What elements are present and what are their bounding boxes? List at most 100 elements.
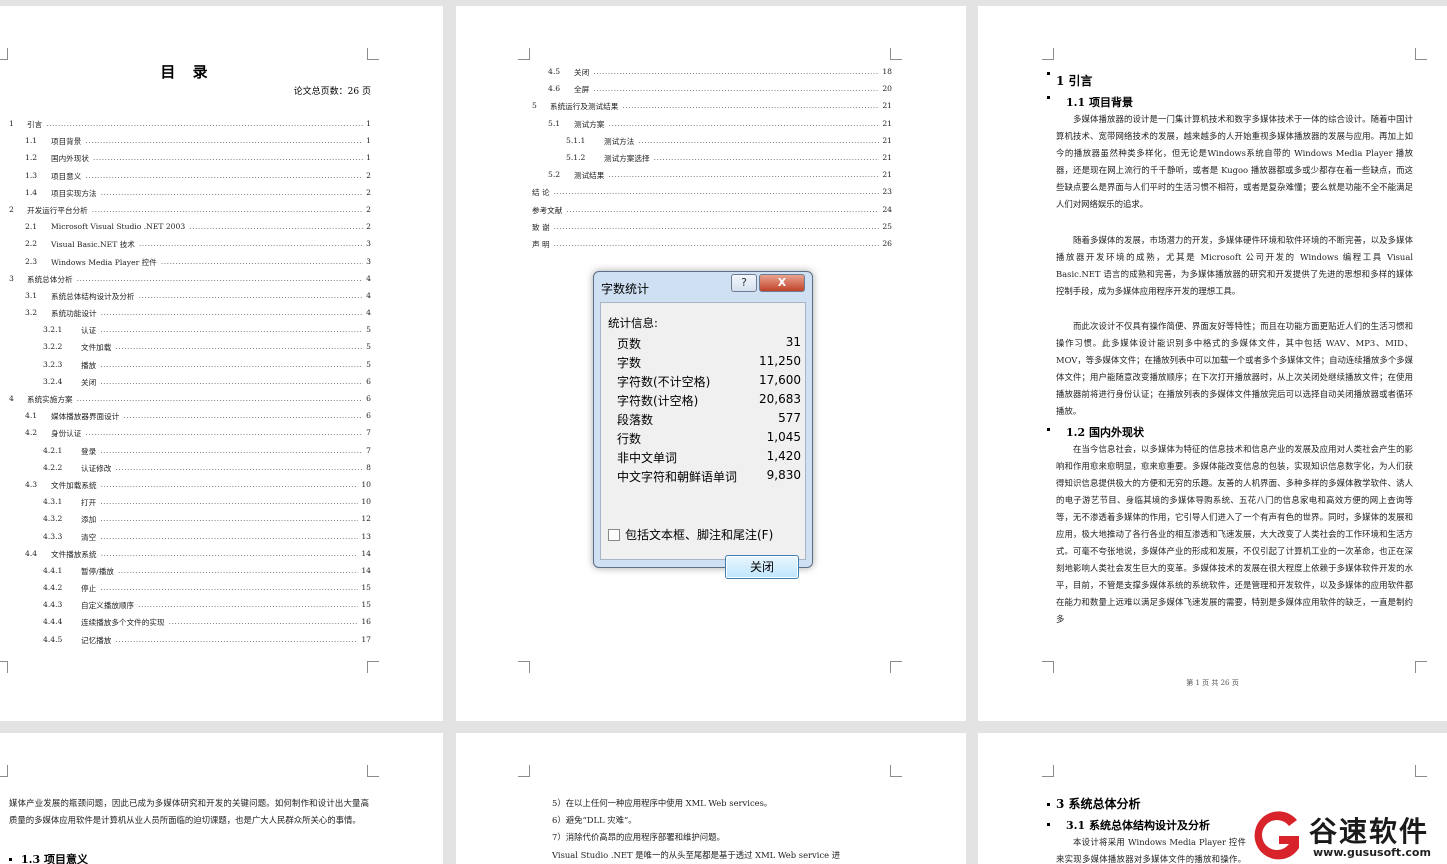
toc-entry[interactable]: 4.4.1 暂停/播放 14............................…: [9, 563, 371, 580]
toc-entry-page: 1: [366, 153, 371, 163]
toc-entry[interactable]: 4.2.1 登录 7................................…: [9, 443, 371, 460]
heading-3: 3 系统总体分析: [1056, 797, 1141, 811]
paragraph: 随着多媒体的发展，市场潜力的开发，多媒体硬件环境和软件环境的不断完善，以及多媒体…: [1056, 235, 1413, 296]
statistics-group-label: 统计信息:: [608, 316, 658, 330]
close-x-button[interactable]: X: [759, 274, 805, 292]
toc-entry-text: Microsoft Visual Studio .NET 2003: [51, 222, 186, 232]
stat-value: 577: [778, 411, 801, 425]
crop-mark: [518, 661, 530, 673]
bullet-icon: [1047, 96, 1050, 99]
body-page-2: 媒体产业发展的瓶颈问题，因此已成为多媒体研究和开发的关键问题。如何制作和设计出大…: [0, 733, 443, 864]
toc-entry-page: 4: [366, 290, 371, 300]
toc-leader: ........................................…: [100, 548, 359, 558]
toc-entry-text: 文件播放系统: [51, 549, 97, 559]
toc-entry[interactable]: 3.2.3 播放 5................................…: [9, 357, 371, 374]
crop-mark: [367, 765, 379, 777]
toc-entry[interactable]: 4.3.2 添加 12...............................…: [9, 511, 371, 528]
toc-entry[interactable]: 1.3 项目意义 2................................…: [9, 168, 371, 185]
heading-1-2: 1.2 国内外现状: [1066, 426, 1144, 439]
crop-mark: [518, 48, 530, 60]
crop-mark: [0, 48, 8, 60]
toc-entry[interactable]: 2.3 Windows Media Player 控件 3.............…: [9, 254, 371, 271]
watermark-logo: 谷速软件 www.gususoft.com: [1245, 808, 1447, 864]
toc-entry-page: 23: [882, 187, 892, 197]
toc-entry[interactable]: 5 系统运行及测试结果 21............................…: [532, 98, 892, 115]
toc-entry[interactable]: 2 开发运行平台分析 2..............................…: [9, 202, 371, 219]
stat-paragraphs: 段落数 577: [617, 411, 801, 430]
toc-entry-number: 2.1: [25, 222, 38, 232]
toc-entry[interactable]: 3.2.1 认证 5................................…: [9, 322, 371, 339]
toc-entry[interactable]: 5.1.1 测试方法 21.............................…: [532, 133, 892, 150]
toc-entry-page: 6: [366, 376, 371, 386]
toc-entry-text: 认证: [81, 326, 97, 336]
toc-entry[interactable]: 3.2 系统功能设计 4..............................…: [9, 305, 371, 322]
crop-mark: [890, 661, 902, 673]
toc-entry[interactable]: 4.4.5 记忆播放 17.............................…: [9, 632, 371, 649]
toc-entry[interactable]: 1.2 国内外现状 1...............................…: [9, 150, 371, 167]
toc-entry[interactable]: 4.1 媒体播放器界面设计 6...........................…: [9, 408, 371, 425]
toc-entry-page: 1: [366, 136, 371, 146]
toc-entry-page: 21: [882, 118, 892, 128]
toc-entry-number: 4.4.4: [43, 617, 63, 627]
toc-entry[interactable]: 3.2.4 关闭 6................................…: [9, 374, 371, 391]
toc-entry-number: 3: [9, 273, 14, 283]
toc-entry-page: 3: [366, 256, 371, 266]
stat-chars-no-spaces: 字符数(不计空格) 17,600: [617, 373, 801, 392]
toc-page-1: 目 录 论文总页数：26 页 1 引言 1.....................…: [0, 6, 443, 721]
toc-entry[interactable]: 结 论 23...................................…: [532, 184, 892, 201]
toc-leader: ........................................…: [168, 617, 359, 627]
toc-entry-number: 5: [532, 101, 537, 111]
include-textboxes-label[interactable]: 包括文本框、脚注和尾注(F): [625, 526, 773, 543]
toc-entry[interactable]: 4.4.2 停止 15...............................…: [9, 580, 371, 597]
toc-entry[interactable]: 3.2.2 文件加载 5..............................…: [9, 339, 371, 356]
help-button[interactable]: ?: [731, 274, 757, 292]
toc-entry[interactable]: 4.2.2 认证修改 8..............................…: [9, 460, 371, 477]
word-count-dialog: 字数统计 ? X 统计信息: 页数 31 字数 11,250 字符数(不计空格) 17…: [593, 271, 813, 579]
close-button[interactable]: 关闭: [725, 555, 799, 579]
toc-leader: ........................................…: [100, 497, 358, 507]
toc-entry[interactable]: 4.2 身份认证 7................................…: [9, 425, 371, 442]
toc-entry-text: Windows Media Player 控件: [51, 257, 157, 267]
crop-mark: [518, 765, 530, 777]
toc-entry[interactable]: 4.4.4 连续播放多个文件的实现 16......................…: [9, 614, 371, 631]
toc-entry[interactable]: 4 系统实施方案 6................................…: [9, 391, 371, 408]
page-footer: 第 1 页 共 26 页: [1186, 679, 1239, 687]
toc-entry[interactable]: 致 谢 25...................................…: [532, 219, 892, 236]
toc-entry[interactable]: 4.5 关闭 18.................................…: [532, 64, 892, 81]
body-page-1: 1 引言 1.1 项目背景 多媒体播放器的设计是一门集计算机技术和数字多媒体技术…: [978, 6, 1447, 721]
toc-entry[interactable]: 5.1 测试方案 21...............................…: [532, 116, 892, 133]
toc-entry-text: 系统运行及测试结果: [550, 102, 619, 112]
toc-entry[interactable]: 2.2 Visual Basic.NET 技术 3.................…: [9, 236, 371, 253]
toc-entry[interactable]: 4.6 全屏 20.................................…: [532, 81, 892, 98]
stat-label: 字符数(不计空格): [617, 375, 711, 389]
toc-entry[interactable]: 2.1 Microsoft Visual Studio .NET 2003 2...…: [9, 219, 371, 236]
toc-entry[interactable]: 5.1.2 测试方案选择 21...........................…: [532, 150, 892, 167]
toc-entry[interactable]: 声 明 26...................................…: [532, 236, 892, 253]
crop-mark: [1042, 765, 1054, 777]
toc-entry[interactable]: 3 系统总体分析 4................................…: [9, 271, 371, 288]
toc-entry[interactable]: 3.1 系统总体结构设计及分析 4.........................…: [9, 288, 371, 305]
toc-entry[interactable]: 4.4.3 自定义播放顺序 15..........................…: [9, 597, 371, 614]
toc-entry[interactable]: 5.2 测试结果 21...............................…: [532, 167, 892, 184]
toc-entry[interactable]: 1 引言 1....................................…: [9, 116, 371, 133]
include-textboxes-checkbox[interactable]: [608, 529, 620, 541]
stat-value: 11,250: [759, 354, 801, 368]
toc-entry[interactable]: 4.4 文件播放系统 14.............................…: [9, 546, 371, 563]
stat-words: 字数 11,250: [617, 354, 801, 373]
toc-entry-page: 1: [366, 119, 371, 128]
toc-leader: ........................................…: [76, 273, 364, 283]
toc-entry[interactable]: 参考文献 24..................................…: [532, 202, 892, 219]
toc-entry-number: 2.3: [25, 256, 38, 266]
toc-entry-number: 1.1: [25, 136, 38, 146]
toc-entry[interactable]: 4.3.3 清空 13...............................…: [9, 529, 371, 546]
toc-entry[interactable]: 4.3 文件加载系统 10.............................…: [9, 477, 371, 494]
toc-entry[interactable]: 1.4 项目实现方法 2..............................…: [9, 185, 371, 202]
toc-entry-text: 媒体播放器界面设计: [51, 412, 120, 422]
toc-entry-text: 关闭: [574, 68, 590, 77]
toc-entry-text: 播放: [81, 360, 97, 370]
toc-entry-number: 4.2: [25, 428, 38, 438]
toc-entry[interactable]: 4.3.1 打开 10...............................…: [9, 494, 371, 511]
toc-entry-number: 3.2.4: [43, 376, 63, 386]
toc-entry[interactable]: 1.1 项目背景 1................................…: [9, 133, 371, 150]
heading-1: 1 引言: [1056, 74, 1093, 88]
